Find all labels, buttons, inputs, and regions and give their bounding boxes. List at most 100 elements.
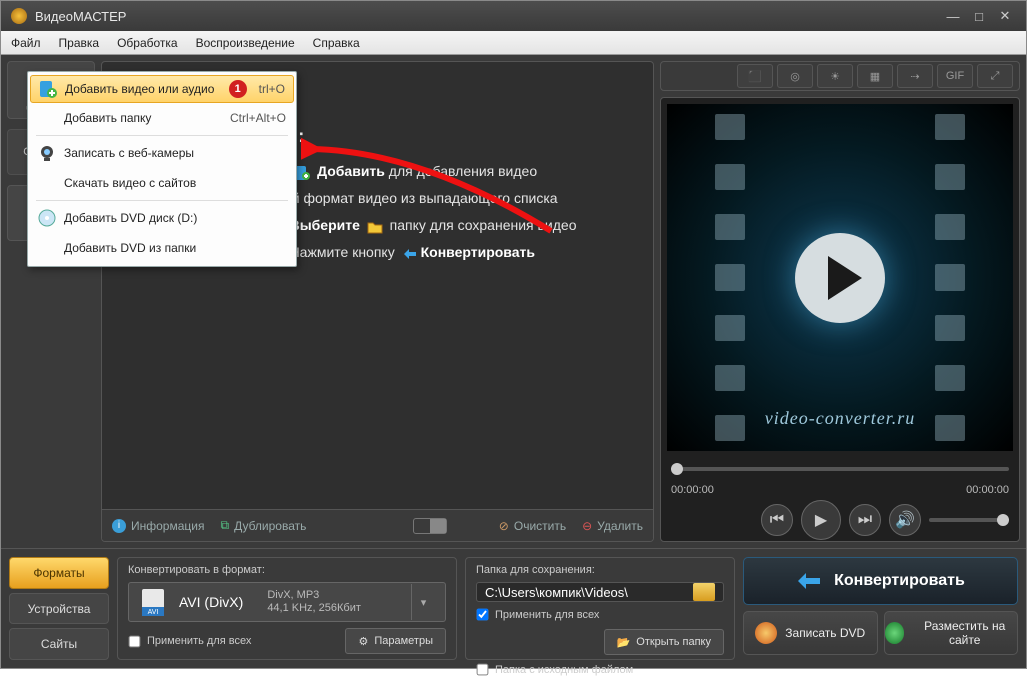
format-dropdown[interactable]: AVI AVI (DivX) DivX, MP3 44,1 KHz, 256Кб… (128, 582, 446, 622)
burn-dvd-button[interactable]: Записать DVD (743, 611, 878, 655)
tool-fullscreen-icon[interactable]: ⤢ (977, 64, 1013, 88)
dropdown-shortcut: Ctrl+Alt+O (230, 111, 286, 125)
app-title: ВидеоМАСТЕР (35, 9, 126, 24)
dropdown-add-dvd-disk[interactable]: Добавить DVD диск (D:) (30, 203, 294, 233)
dropdown-add-dvd-folder[interactable]: Добавить DVD из папки (30, 233, 294, 263)
output-path-text: C:\Users\компик\Videos\ (485, 585, 628, 600)
tool-gif-icon[interactable]: GIF (937, 64, 973, 88)
dropdown-record-webcam[interactable]: Записать с веб-камеры (30, 138, 294, 168)
info-button[interactable]: iИнформация (112, 519, 204, 533)
filmstrip-icon (715, 114, 745, 441)
format-name: AVI (DivX) (179, 594, 243, 610)
dropdown-item-label: Записать с веб-камеры (64, 146, 194, 160)
dropdown-add-folder[interactable]: Добавить папку Ctrl+Alt+O (30, 103, 294, 133)
preview-image[interactable]: video-converter.ru (667, 104, 1013, 451)
volume-thumb[interactable] (997, 514, 1009, 526)
view-toggle[interactable] (413, 518, 447, 534)
convert-mini-icon (402, 246, 418, 260)
tab-devices[interactable]: Устройства (9, 593, 109, 625)
folder-mini-icon (367, 219, 383, 233)
app-logo-icon (11, 8, 27, 24)
apply-all-folder-checkbox[interactable]: Применить для всех (476, 608, 599, 621)
dropdown-download-from-sites[interactable]: Скачать видео с сайтов (30, 168, 294, 198)
publish-site-button[interactable]: Разместить на сайте (884, 611, 1019, 655)
play-icon: ▶ (815, 510, 827, 530)
delete-button[interactable]: ⊖Удалить (582, 519, 643, 533)
play-button[interactable]: ▶ (801, 500, 841, 540)
menu-processing[interactable]: Обработка (117, 36, 178, 50)
tool-speed-icon[interactable]: ⇢ (897, 64, 933, 88)
gear-icon: ⚙ (358, 635, 368, 648)
convert-arrow-icon (796, 570, 822, 592)
volume-icon: 🔊 (895, 510, 915, 530)
time-total: 00:00:00 (966, 484, 1009, 496)
menu-bar: Файл Правка Обработка Воспроизведение Сп… (1, 31, 1026, 55)
tab-formats[interactable]: Форматы (9, 557, 109, 589)
action-column: Конвертировать Записать DVD Разместить н… (743, 557, 1018, 660)
filmstrip-icon (935, 114, 965, 441)
time-current: 00:00:00 (671, 484, 714, 496)
tab-sites[interactable]: Сайты (9, 628, 109, 660)
dropdown-shortcut: trl+O (259, 82, 285, 96)
globe-icon (885, 622, 905, 644)
folder-panel-label: Папка для сохранения: (476, 564, 724, 576)
volume-slider[interactable] (929, 518, 1009, 522)
prev-button[interactable]: ⏮ (761, 504, 793, 536)
dropdown-item-label: Скачать видео с сайтов (64, 176, 196, 190)
dropdown-add-video-audio[interactable]: Добавить видео или аудио 1 trl+O (30, 75, 294, 103)
disc-icon (38, 209, 56, 227)
delete-icon: ⊖ (582, 519, 592, 533)
close-button[interactable]: ✕ (994, 7, 1016, 25)
open-folder-button[interactable]: 📂Открыть папку (604, 629, 724, 655)
duplicate-button[interactable]: ⧉Дублировать (220, 518, 306, 533)
avi-file-icon: AVI (139, 587, 169, 617)
tool-brightness-icon[interactable]: ☀ (817, 64, 853, 88)
right-column: ⬛ ◎ ☀ ▦ ⇢ GIF ⤢ video-converter.ru (660, 61, 1020, 542)
seek-thumb[interactable] (671, 463, 683, 475)
clear-icon: ⊘ (499, 519, 509, 533)
menu-playback[interactable]: Воспроизведение (196, 36, 295, 50)
duplicate-icon: ⧉ (220, 518, 229, 533)
maximize-button[interactable]: □ (968, 7, 990, 25)
dropdown-item-label: Добавить DVD из папки (64, 241, 196, 255)
playback-controls: ⏮ ▶ ⏭ 🔊 (661, 499, 1019, 541)
tool-effects-icon[interactable]: ◎ (777, 64, 813, 88)
apply-all-format-checkbox[interactable]: Применить для всех (128, 635, 251, 648)
format-tabs: Форматы Устройства Сайты (9, 557, 109, 660)
params-button[interactable]: ⚙Параметры (345, 628, 446, 654)
folder-open-icon: 📂 (617, 636, 631, 649)
clear-button[interactable]: ⊘Очистить (499, 519, 566, 533)
seek-bar (661, 457, 1019, 481)
menu-file[interactable]: Файл (11, 36, 41, 50)
format-panel-label: Конвертировать в формат: (128, 564, 446, 576)
chevron-down-icon: ▾ (411, 584, 435, 620)
next-button[interactable]: ⏭ (849, 504, 881, 536)
minimize-button[interactable]: — (942, 7, 964, 25)
play-overlay-icon (795, 233, 885, 323)
svg-text:AVI: AVI (148, 609, 159, 616)
tool-crop-icon[interactable]: ⬛ (737, 64, 773, 88)
volume-button[interactable]: 🔊 (889, 504, 921, 536)
tool-text-icon[interactable]: ▦ (857, 64, 893, 88)
instruction-line-3: 3. Выберите папку для сохранения видео (274, 215, 631, 236)
output-path-field[interactable]: C:\Users\компик\Videos\ (476, 582, 724, 602)
time-display: 00:00:00 00:00:00 (661, 481, 1019, 499)
list-toolbar: iИнформация ⧉Дублировать ⊘Очистить ⊖Удал… (102, 509, 653, 541)
watermark-text: video-converter.ru (667, 408, 1013, 429)
seek-track[interactable] (671, 467, 1009, 471)
folder-panel: Папка для сохранения: C:\Users\компик\Vi… (465, 557, 735, 660)
instructions-heading: ты: (274, 126, 631, 147)
source-folder-checkbox[interactable]: Папка с исходным файлом (476, 663, 724, 676)
instruction-line-1: ку Добавить для добавления видео (274, 161, 631, 182)
menu-edit[interactable]: Правка (59, 36, 100, 50)
dropdown-item-label: Добавить папку (64, 111, 151, 125)
webcam-icon (38, 144, 56, 162)
add-dropdown-menu: Добавить видео или аудио 1 trl+O Добавит… (27, 71, 297, 267)
convert-button[interactable]: Конвертировать (743, 557, 1018, 605)
app-window: ВидеоМАСТЕР — □ ✕ Файл Правка Обработка … (0, 0, 1027, 669)
format-panel: Конвертировать в формат: AVI AVI (DivX) … (117, 557, 457, 660)
menu-help[interactable]: Справка (313, 36, 360, 50)
browse-folder-icon[interactable] (693, 583, 715, 601)
preview-panel: video-converter.ru 00:00:00 00:00:00 ⏮ ▶… (660, 97, 1020, 542)
bottom-bar: Форматы Устройства Сайты Конвертировать … (1, 548, 1026, 668)
